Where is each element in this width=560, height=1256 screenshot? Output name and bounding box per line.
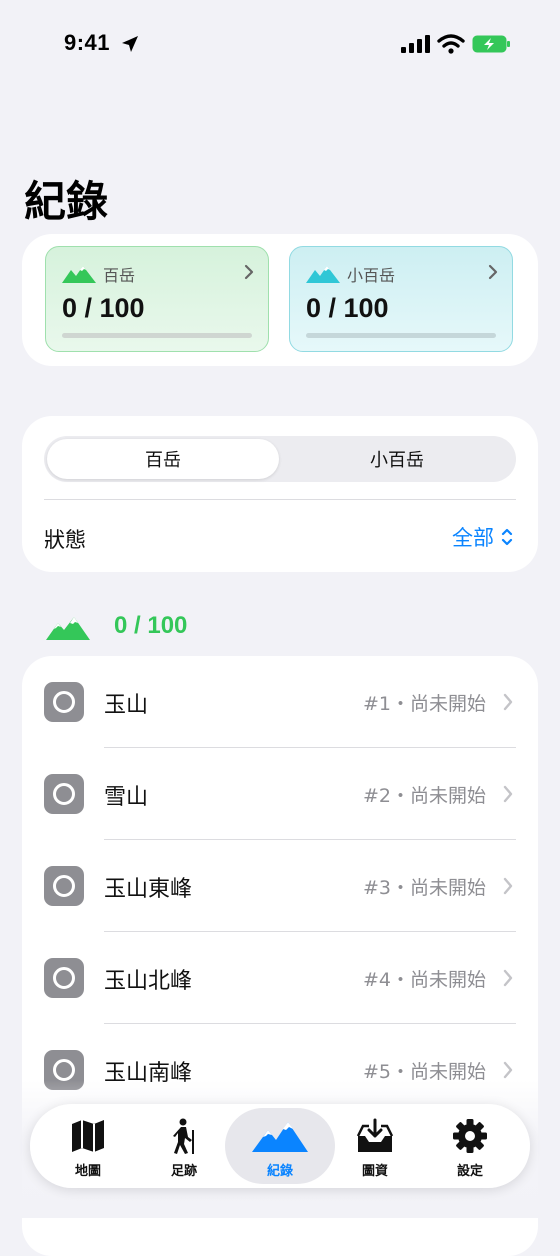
mountain-name: 玉山東峰 bbox=[104, 877, 193, 902]
tab-map[interactable]: 地圖 bbox=[40, 1108, 136, 1184]
gear-icon bbox=[453, 1119, 487, 1153]
status-filter-select[interactable]: 全部 bbox=[452, 522, 514, 552]
tab-records[interactable]: 紀錄 bbox=[225, 1108, 335, 1184]
status-time: 9:41 bbox=[64, 30, 111, 55]
tab-settings[interactable]: 設定 bbox=[422, 1108, 518, 1184]
wifi-icon bbox=[437, 34, 465, 54]
mountains-icon bbox=[252, 1122, 308, 1152]
status-circle-icon bbox=[44, 682, 84, 722]
segmented-control: 百岳 小百岳 bbox=[44, 436, 516, 482]
status-circle-icon bbox=[44, 958, 84, 998]
mountain-meta: #2・尚未開始 bbox=[362, 785, 486, 807]
status-filter-label: 狀態 bbox=[44, 528, 86, 552]
summary-tile-baiyue[interactable]: 百岳 0 / 100 bbox=[45, 246, 269, 352]
tab-label: 地圖 bbox=[74, 1164, 101, 1179]
chevron-right-icon bbox=[503, 1061, 513, 1079]
mountain-meta: #3・尚未開始 bbox=[362, 877, 486, 899]
list-item[interactable]: 玉山 #1・尚未開始 bbox=[22, 656, 538, 748]
mountains-icon bbox=[46, 617, 90, 640]
location-arrow-icon bbox=[122, 36, 138, 52]
mountains-icon bbox=[306, 266, 340, 283]
battery-charging-icon bbox=[472, 35, 510, 53]
chevron-right-icon bbox=[503, 785, 513, 803]
status-filter-value: 全部 bbox=[452, 526, 494, 550]
cellular-signal-icon bbox=[401, 35, 430, 53]
tile-label: 小百岳 bbox=[347, 266, 396, 285]
tile-value: 0 / 100 bbox=[306, 293, 389, 323]
tab-label: 圖資 bbox=[361, 1164, 388, 1179]
hiker-icon bbox=[173, 1118, 194, 1154]
chevron-right-icon bbox=[244, 264, 254, 280]
summary-tile-xiaobaiyue[interactable]: 小百岳 0 / 100 bbox=[289, 246, 513, 352]
tab-label: 設定 bbox=[456, 1164, 483, 1179]
chevron-right-icon bbox=[503, 693, 513, 711]
tile-value: 0 / 100 bbox=[62, 293, 145, 323]
status-bar: 9:41 bbox=[0, 0, 560, 92]
tile-label: 百岳 bbox=[103, 266, 136, 285]
download-tray-icon bbox=[356, 1118, 394, 1152]
mountain-meta: #1・尚未開始 bbox=[362, 693, 486, 715]
chevron-right-icon bbox=[503, 969, 513, 987]
chevron-right-icon bbox=[488, 264, 498, 280]
list-item[interactable]: 玉山東峰 #3・尚未開始 bbox=[22, 840, 538, 932]
tab-bar: 地圖 足跡 紀錄 圖資 設定 bbox=[30, 1104, 530, 1188]
status-circle-icon bbox=[44, 774, 84, 814]
segment-xiaobaiyue[interactable]: 小百岳 bbox=[281, 439, 513, 479]
chevron-right-icon bbox=[503, 877, 513, 895]
progress-bar bbox=[62, 333, 252, 338]
section-count: 0 / 100 bbox=[114, 612, 188, 639]
summary-card: 百岳 0 / 100 小百岳 0 / 100 bbox=[22, 234, 538, 366]
mountain-meta: #4・尚未開始 bbox=[362, 969, 486, 991]
chevron-up-down-icon bbox=[501, 528, 513, 546]
page-title: 紀錄 bbox=[24, 177, 109, 226]
segment-baiyue[interactable]: 百岳 bbox=[47, 439, 279, 479]
list-item[interactable]: 玉山北峰 #4・尚未開始 bbox=[22, 932, 538, 1024]
map-icon bbox=[72, 1120, 104, 1152]
list-item[interactable]: 雪山 #2・尚未開始 bbox=[22, 748, 538, 840]
status-circle-icon bbox=[44, 866, 84, 906]
tab-footprints[interactable]: 足跡 bbox=[136, 1108, 232, 1184]
tab-map-data[interactable]: 圖資 bbox=[327, 1108, 423, 1184]
tab-label: 足跡 bbox=[170, 1164, 197, 1179]
mountain-name: 玉山 bbox=[104, 693, 149, 718]
mountain-name: 雪山 bbox=[104, 785, 149, 810]
divider bbox=[44, 499, 516, 500]
progress-bar bbox=[306, 333, 496, 338]
mountains-icon bbox=[62, 266, 96, 283]
mountain-name: 玉山北峰 bbox=[104, 969, 193, 994]
filter-card: 百岳 小百岳 狀態 全部 bbox=[22, 416, 538, 572]
tab-label: 紀錄 bbox=[266, 1164, 293, 1179]
